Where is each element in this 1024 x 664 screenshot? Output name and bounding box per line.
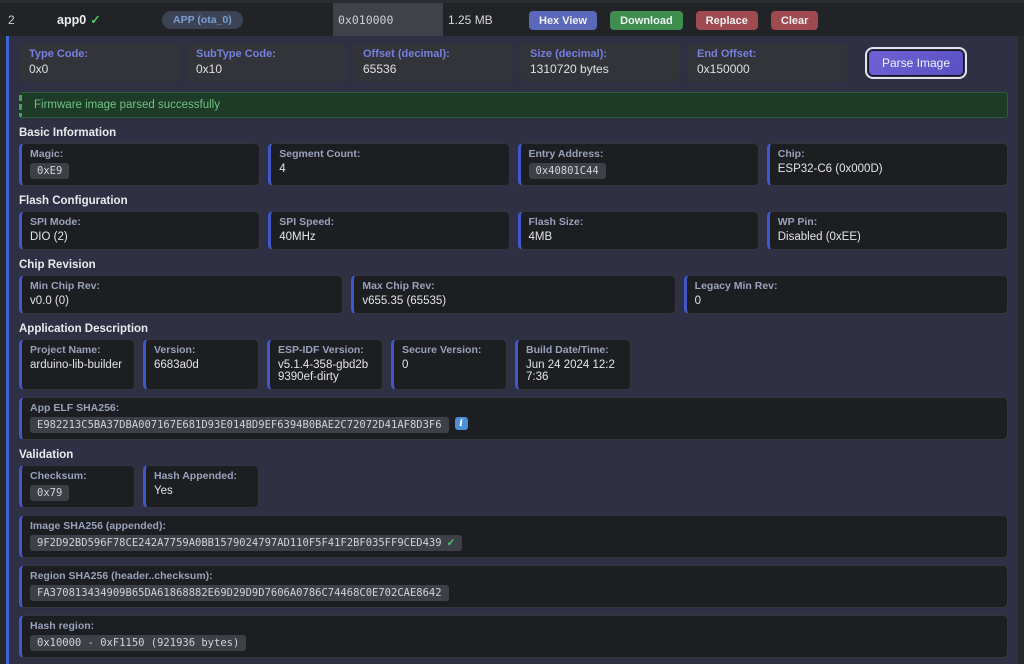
parse-image-button[interactable]: Parse Image [868, 50, 964, 76]
stat-end-offset: End Offset: 0x150000 [687, 44, 847, 82]
clear-button[interactable]: Clear [771, 11, 819, 30]
section-title-application-description: Application Description [19, 323, 1008, 335]
stat-size-decimal: Size (decimal): 1310720 bytes [520, 44, 680, 82]
field-esp-idf-version: ESP-IDF Version: v5.1.4-358-gbd2b9390ef-… [267, 339, 383, 390]
download-button[interactable]: Download [610, 11, 683, 30]
partition-actions: Hex View Download Replace Clear [529, 11, 818, 30]
field-build-date-time: Build Date/Time: Jun 24 2024 12:27:36 [515, 339, 631, 390]
flash-configuration-cards: SPI Mode: DIO (2) SPI Speed: 40MHz Flash… [19, 211, 1008, 250]
field-image-sha256: Image SHA256 (appended): 9F2D92BD596F78C… [19, 515, 1008, 558]
field-magic: Magic: 0xE9 [19, 143, 260, 186]
partition-detail-panel: Type Code: 0x0 SubType Code: 0x10 Offset… [6, 36, 1018, 664]
stat-type-code: Type Code: 0x0 [19, 44, 179, 82]
sha-match-check-icon: ✓ [447, 537, 456, 549]
summary-stats-row: Type Code: 0x0 SubType Code: 0x10 Offset… [19, 44, 1008, 82]
field-region-sha256: Region SHA256 (header..checksum): FA3708… [19, 565, 1008, 608]
field-flash-size: Flash Size: 4MB [518, 211, 759, 250]
image-sha256-value: 9F2D92BD596F78CE242A7759A0BB1579024797AD… [30, 535, 462, 551]
section-title-flash-configuration: Flash Configuration [19, 195, 1008, 207]
section-title-chip-revision: Chip Revision [19, 259, 1008, 271]
field-project-name: Project Name: arduino-lib-builder [19, 339, 135, 390]
field-hash-appended: Hash Appended: Yes [143, 465, 259, 508]
partition-table-row: 2 app0✓ APP (ota_0) 1.25 MB Hex View Dow… [0, 0, 1024, 36]
partition-offset-input[interactable] [338, 13, 438, 27]
application-description-cards: Project Name: arduino-lib-builder Versio… [19, 339, 1008, 390]
field-wp-pin: WP Pin: Disabled (0xEE) [767, 211, 1008, 250]
success-alert: Firmware image parsed successfully [19, 92, 1008, 118]
section-title-validation: Validation [19, 449, 1008, 461]
app-elf-sha256-value: E982213C5BA37DBA007167E681D93E014BD9EF63… [30, 417, 449, 433]
field-version: Version: 6683a0d [143, 339, 259, 390]
stat-offset-decimal: Offset (decimal): 65536 [353, 44, 513, 82]
stat-subtype-code: SubType Code: 0x10 [186, 44, 346, 82]
field-hash-region: Hash region: 0x10000 - 0xF1150 (921936 b… [19, 615, 1008, 658]
section-title-basic-information: Basic Information [19, 127, 1008, 139]
field-spi-mode: SPI Mode: DIO (2) [19, 211, 260, 250]
field-secure-version: Secure Version: 0 [391, 339, 507, 390]
field-app-elf-sha256: App ELF SHA256: E982213C5BA37DBA007167E6… [19, 397, 1008, 440]
partition-size: 1.25 MB [448, 13, 493, 27]
field-checksum: Checksum: 0x79 [19, 465, 135, 508]
field-min-chip-rev: Min Chip Rev: v0.0 (0) [19, 275, 343, 314]
valid-check-icon: ✓ [90, 13, 100, 27]
validation-cards: Checksum: 0x79 Hash Appended: Yes [19, 465, 1008, 508]
hash-region-value: 0x10000 - 0xF1150 (921936 bytes) [30, 635, 246, 651]
field-segment-count: Segment Count: 4 [268, 143, 509, 186]
partition-name: app0✓ [57, 12, 101, 27]
field-spi-speed: SPI Speed: 40MHz [268, 211, 509, 250]
basic-information-cards: Magic: 0xE9 Segment Count: 4 Entry Addre… [19, 143, 1008, 186]
info-icon[interactable]: i [455, 417, 468, 430]
field-legacy-min-rev: Legacy Min Rev: 0 [684, 275, 1008, 314]
partition-type-badge: APP (ota_0) [162, 11, 243, 29]
field-chip: Chip: ESP32-C6 (0x000D) [767, 143, 1008, 186]
entry-address-value: 0x40801C44 [529, 163, 606, 179]
chip-revision-cards: Min Chip Rev: v0.0 (0) Max Chip Rev: v65… [19, 275, 1008, 314]
magic-value: 0xE9 [30, 163, 69, 179]
partition-index: 2 [8, 13, 15, 27]
field-entry-address: Entry Address: 0x40801C44 [518, 143, 759, 186]
replace-button[interactable]: Replace [696, 11, 758, 30]
checksum-value: 0x79 [30, 485, 69, 501]
field-max-chip-rev: Max Chip Rev: v655.35 (65535) [351, 275, 675, 314]
hex-view-button[interactable]: Hex View [529, 11, 597, 30]
region-sha256-value: FA370813434909B65DA61868882E69D29D9D7606… [30, 585, 449, 601]
